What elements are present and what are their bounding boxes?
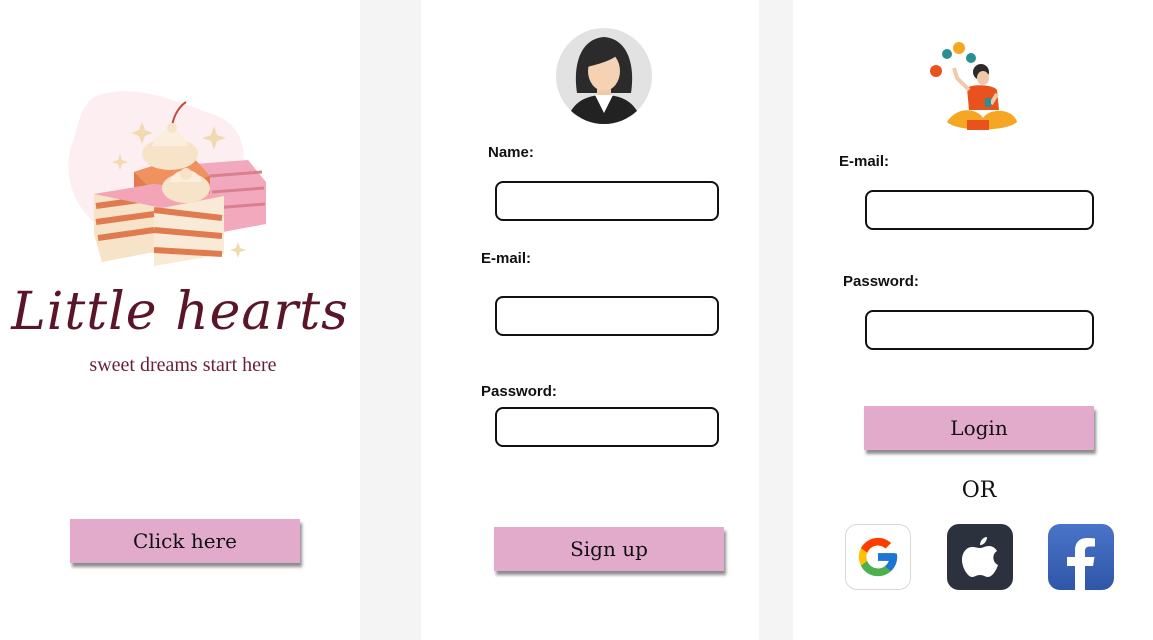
facebook-login-button[interactable] (1048, 524, 1114, 590)
splash-screen: Little hearts sweet dreams start here Cl… (0, 0, 360, 640)
google-icon (858, 537, 898, 577)
login-screen: E-mail: Password: Login OR (793, 0, 1153, 640)
or-separator: OR (961, 478, 997, 503)
sign-up-button[interactable]: Sign up (494, 527, 724, 571)
brand-tagline: sweet dreams start here (89, 354, 277, 376)
name-input[interactable] (495, 181, 719, 221)
cake-illustration (68, 91, 266, 266)
click-here-button[interactable]: Click here (70, 519, 300, 563)
email-label: E-mail: (481, 250, 532, 267)
login-button[interactable]: Login (864, 406, 1094, 450)
brand-name: Little hearts (11, 282, 349, 342)
login-password-label: Password: (843, 273, 919, 290)
login-password-input[interactable] (865, 310, 1094, 350)
google-login-button[interactable] (845, 524, 911, 590)
login-email-label: E-mail: (839, 153, 890, 170)
email-input[interactable] (495, 296, 719, 336)
apple-login-button[interactable] (947, 524, 1013, 590)
signup-screen: Name: E-mail: Password: Sign up (421, 0, 759, 640)
avatar (556, 28, 652, 124)
password-label: Password: (481, 383, 557, 400)
login-email-input[interactable] (865, 190, 1094, 230)
password-input[interactable] (495, 407, 719, 447)
apple-icon (962, 537, 998, 577)
facebook-icon (1067, 538, 1095, 590)
name-label: Name: (488, 144, 534, 161)
person-illustration (930, 42, 1017, 130)
